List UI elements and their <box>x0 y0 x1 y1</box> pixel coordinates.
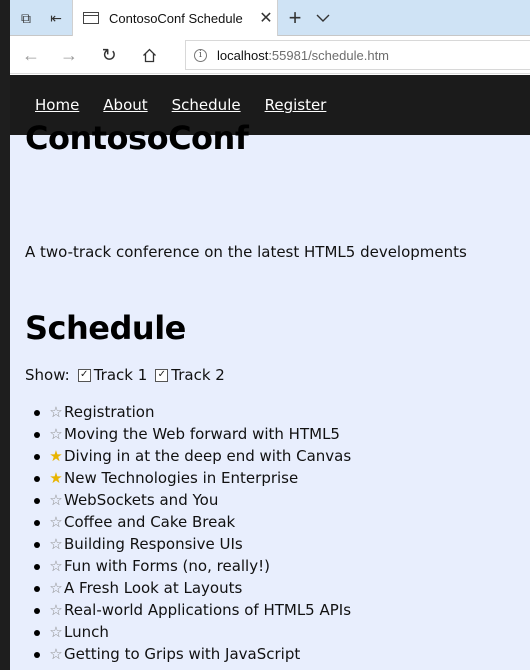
nav-link-home[interactable]: Home <box>35 96 79 114</box>
star-filled-icon[interactable]: ★ <box>48 445 64 467</box>
session-title: Coffee and Cake Break <box>64 513 236 531</box>
track-filter: Show: ✓ Track 1 ✓ Track 2 <box>25 366 233 384</box>
star-outline-icon[interactable]: ☆ <box>48 599 64 621</box>
session-title: WebSockets and You <box>64 491 219 509</box>
nav-link-register[interactable]: Register <box>265 96 327 114</box>
session-item: ☆ Registration <box>33 401 351 423</box>
session-item: ★ Diving in at the deep end with Canvas <box>33 445 352 467</box>
site-tagline: A two-track conference on the latest HTM… <box>25 243 467 261</box>
address-bar[interactable]: i localhost:55981/schedule.htm <box>185 40 530 70</box>
session-title: Diving in at the deep end with Canvas <box>64 447 352 465</box>
session-item: ☆ Moving the Web forward with HTML5 <box>33 423 351 445</box>
star-outline-icon[interactable]: ☆ <box>48 401 64 423</box>
address-toolbar: ← → ↻ i localhost:55981/schedule.htm <box>10 36 530 74</box>
star-filled-icon[interactable]: ★ <box>48 467 64 489</box>
new-tab-icon[interactable]: + <box>282 0 308 36</box>
star-outline-icon[interactable]: ☆ <box>48 621 64 643</box>
track-1-label[interactable]: Track 1 <box>94 366 148 384</box>
set-tabs-aside-icon[interactable]: ⇤ <box>40 0 72 36</box>
url-text: localhost:55981/schedule.htm <box>217 47 390 63</box>
session-title: Real-world Applications of HTML5 APIs <box>64 601 352 619</box>
star-outline-icon[interactable]: ☆ <box>48 423 64 445</box>
session-title: Lunch <box>64 623 109 641</box>
star-outline-icon[interactable]: ☆ <box>48 643 64 665</box>
session-title: Registration <box>64 403 155 421</box>
session-list: ☆ Registration ☆ Moving the Web forward wit… <box>10 401 351 665</box>
star-outline-icon[interactable]: ☆ <box>48 489 64 511</box>
session-item: ☆ A Fresh Look at Layouts <box>33 577 351 599</box>
session-item: ☆ Lunch <box>33 621 351 643</box>
refresh-icon[interactable]: ↻ <box>90 36 128 74</box>
session-item: ☆ Getting to Grips with JavaScript <box>33 643 351 665</box>
page-icon <box>83 12 99 24</box>
home-icon[interactable] <box>130 36 168 74</box>
show-label: Show: <box>25 366 70 384</box>
star-outline-icon[interactable]: ☆ <box>48 511 64 533</box>
track-2-label[interactable]: Track 2 <box>171 366 225 384</box>
browser-window: ⧉ ⇤ ContosoConf Schedule ✕ + ← → ↻ i loc… <box>10 0 530 670</box>
tab-title: ContosoConf Schedule <box>109 10 243 26</box>
session-title: Moving the Web forward with HTML5 <box>64 425 340 443</box>
tab-actions-icon[interactable]: ⧉ <box>10 0 42 36</box>
info-icon[interactable]: i <box>194 48 207 62</box>
background-code-editor <box>0 0 10 670</box>
nav-link-about[interactable]: About <box>103 96 147 114</box>
star-outline-icon[interactable]: ☆ <box>48 555 64 577</box>
session-item: ☆ Real-world Applications of HTML5 APIs <box>33 599 352 621</box>
session-title: Fun with Forms (no, really!) <box>64 557 270 575</box>
session-item: ☆ Fun with Forms (no, really!) <box>33 555 351 577</box>
close-tab-icon[interactable]: ✕ <box>255 8 277 28</box>
track-1-checkbox[interactable]: ✓ <box>77 368 91 382</box>
session-title: Getting to Grips with JavaScript <box>64 645 301 663</box>
session-item: ☆ Building Responsive UIs <box>33 533 351 555</box>
schedule-heading: Schedule <box>25 309 186 347</box>
session-item: ☆ Coffee and Cake Break <box>33 511 351 533</box>
nav-link-schedule[interactable]: Schedule <box>172 96 241 114</box>
session-item: ☆ WebSockets and You <box>33 489 351 511</box>
session-title: New Technologies in Enterprise <box>64 469 299 487</box>
session-title: A Fresh Look at Layouts <box>64 579 243 597</box>
chevron-down-icon[interactable] <box>310 0 336 36</box>
browser-tab[interactable]: ContosoConf Schedule ✕ <box>72 0 278 36</box>
web-page: Home About Schedule Register ContosoConf… <box>10 75 530 670</box>
back-icon[interactable]: ← <box>12 36 50 74</box>
tab-bar: ⧉ ⇤ ContosoConf Schedule ✕ + <box>10 0 530 36</box>
site-title: ContosoConf <box>25 119 249 157</box>
session-item: ★ New Technologies in Enterprise <box>33 467 351 489</box>
star-outline-icon[interactable]: ☆ <box>48 533 64 555</box>
star-outline-icon[interactable]: ☆ <box>48 577 64 599</box>
session-title: Building Responsive UIs <box>64 535 243 553</box>
track-2-checkbox[interactable]: ✓ <box>155 368 169 382</box>
forward-icon[interactable]: → <box>50 36 88 74</box>
